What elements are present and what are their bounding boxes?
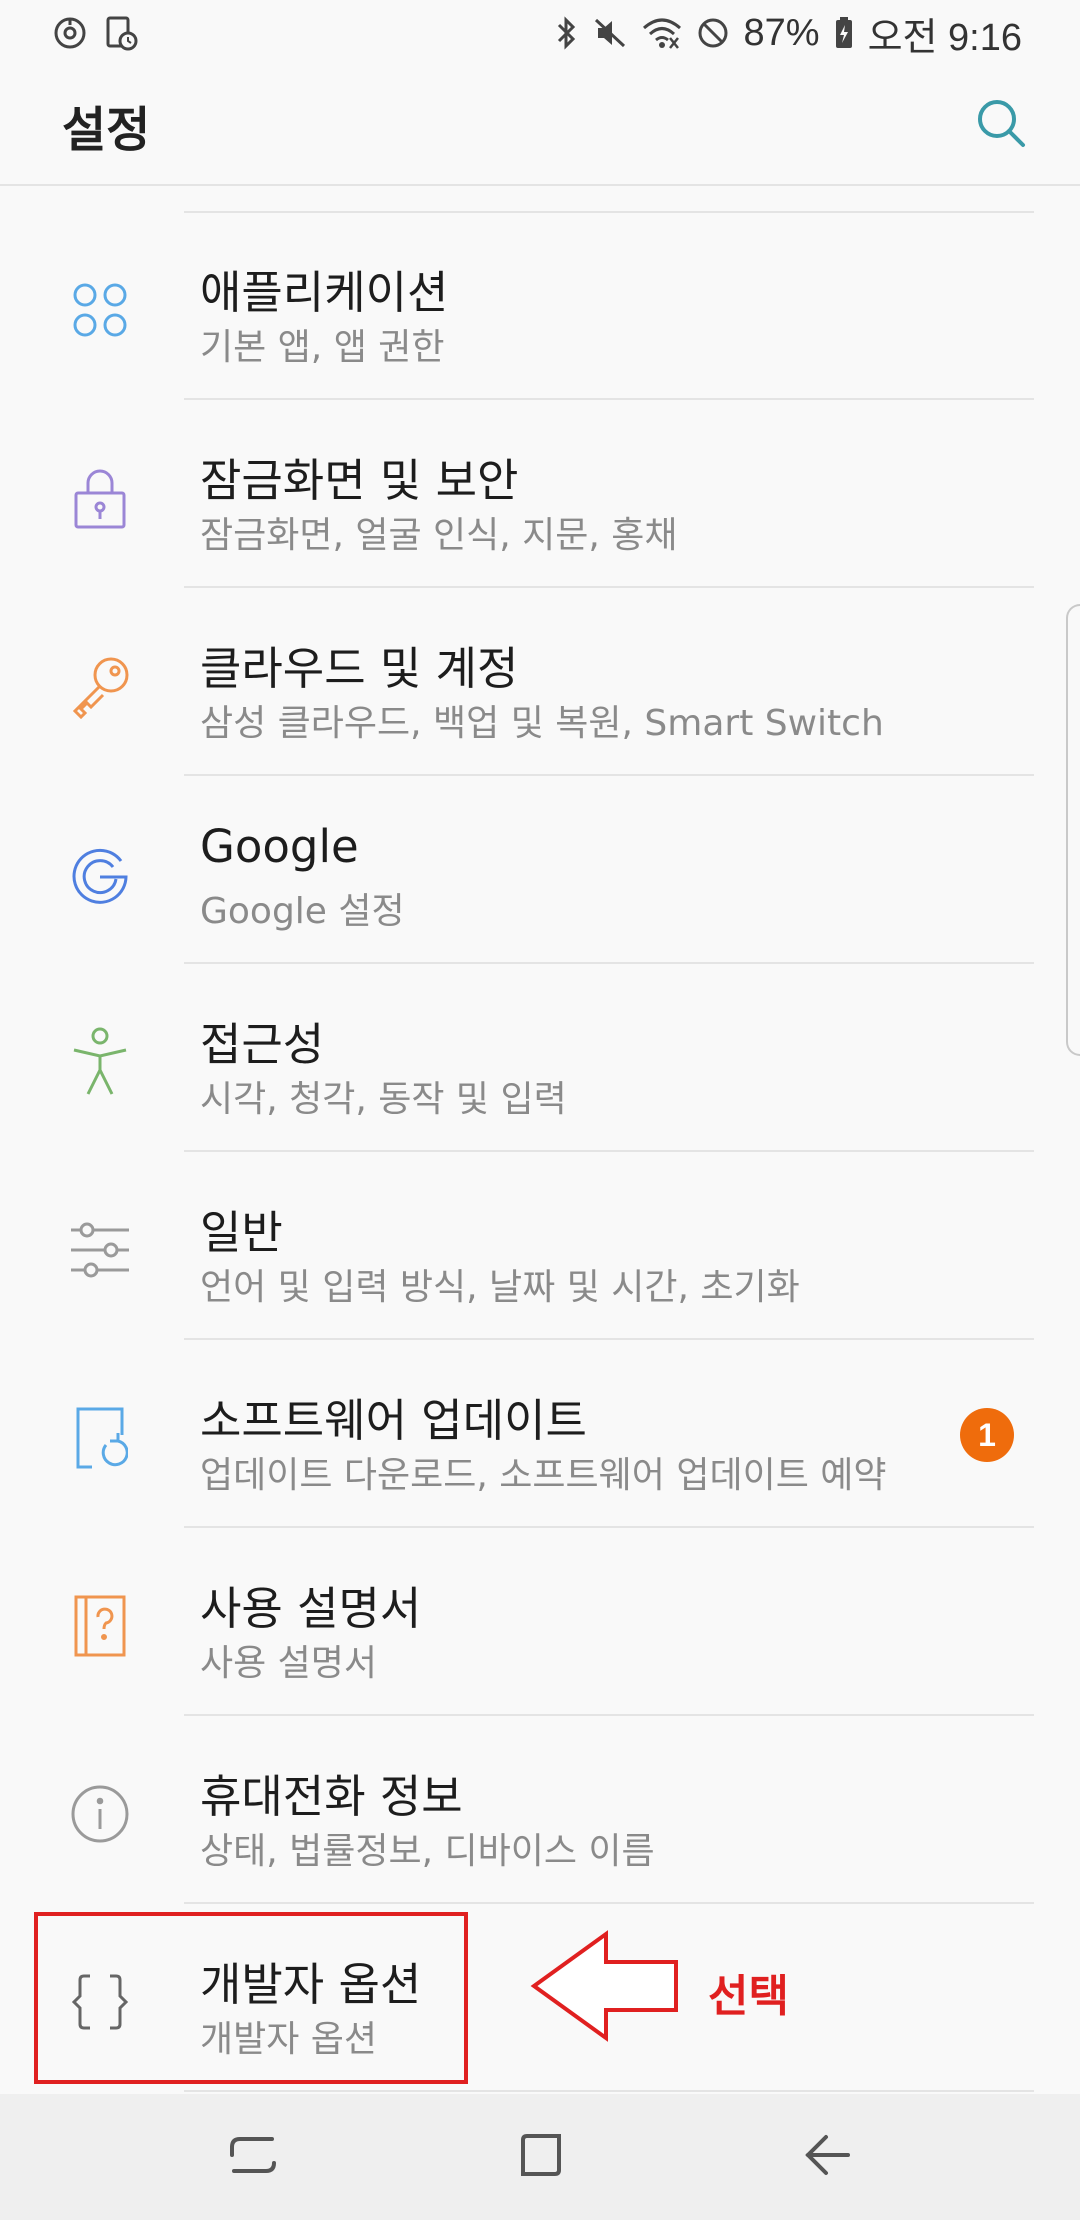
item-subtitle: Google 설정: [200, 891, 405, 932]
settings-list: 애플리케이션 기본 앱, 앱 권한 잠금화면 및 보안 잠금화면, 얼굴 인식,…: [0, 212, 1080, 2092]
item-title: 사용 설명서: [200, 1582, 422, 1635]
settings-item-lock-security[interactable]: 잠금화면 및 보안 잠금화면, 얼굴 인식, 지문, 홍채: [0, 400, 1080, 588]
back-button[interactable]: [782, 2112, 872, 2202]
item-subtitle: 삼성 클라우드, 백업 및 복원, Smart Switch: [200, 703, 884, 744]
mute-icon: [592, 16, 628, 50]
annotation-label: 선택: [708, 1971, 789, 2022]
accessibility-icon: [64, 1026, 136, 1098]
settings-item-user-manual[interactable]: 사용 설명서 사용 설명서: [0, 1528, 1080, 1716]
item-title: 잠금화면 및 보안: [200, 454, 519, 507]
user-manual-icon: [64, 1590, 136, 1662]
battery-icon: [834, 16, 854, 50]
search-button[interactable]: [966, 90, 1036, 160]
bluetooth-icon: [556, 16, 578, 50]
recents-button[interactable]: [208, 2112, 298, 2202]
settings-item-phone-info[interactable]: 휴대전화 정보 상태, 법률정보, 디바이스 이름: [0, 1716, 1080, 1904]
item-title: 클라우드 및 계정: [200, 642, 519, 695]
sliders-icon: [64, 1214, 136, 1286]
apps-icon: [64, 274, 136, 346]
info-icon: [64, 1778, 136, 1850]
item-subtitle: 언어 및 입력 방식, 날짜 및 시간, 초기화: [200, 1267, 800, 1308]
item-title: 휴대전화 정보: [200, 1770, 463, 1823]
item-subtitle: 잠금화면, 얼굴 인식, 지문, 홍채: [200, 515, 678, 556]
navigation-bar: [0, 2094, 1080, 2220]
software-update-icon: [64, 1402, 136, 1474]
search-icon: [975, 97, 1027, 153]
lock-icon: [64, 462, 136, 534]
google-icon: [64, 838, 136, 910]
wifi-icon: [642, 16, 682, 50]
settings-item-software-update[interactable]: 소프트웨어 업데이트 업데이트 다운로드, 소프트웨어 업데이트 예약 1: [0, 1340, 1080, 1528]
settings-item-general[interactable]: 일반 언어 및 입력 방식, 날짜 및 시간, 초기화: [0, 1152, 1080, 1340]
battery-percent: 87%: [743, 11, 820, 54]
clock: 오전 9:16: [867, 16, 1022, 59]
notification-badge: 1: [960, 1408, 1014, 1462]
highlight-box: [34, 1912, 468, 2084]
item-subtitle: 기본 앱, 앱 권한: [200, 327, 445, 368]
settings-item-apps[interactable]: 애플리케이션 기본 앱, 앱 권한: [0, 212, 1080, 400]
app-bar: 설정: [0, 66, 1080, 186]
page-title: 설정: [62, 102, 151, 158]
pointer-arrow-icon: [530, 1930, 680, 2046]
item-subtitle: 업데이트 다운로드, 소프트웨어 업데이트 예약: [200, 1455, 887, 1496]
recents-icon: [228, 2133, 278, 2181]
settings-item-accessibility[interactable]: 접근성 시각, 청각, 동작 및 입력: [0, 964, 1080, 1152]
item-subtitle: 상태, 법률정보, 디바이스 이름: [200, 1831, 655, 1872]
item-title: 소프트웨어 업데이트: [200, 1394, 587, 1447]
item-title: 애플리케이션: [200, 266, 449, 319]
key-icon: [64, 650, 136, 722]
home-icon: [515, 2130, 565, 2184]
settings-item-cloud-accounts[interactable]: 클라우드 및 계정 삼성 클라우드, 백업 및 복원, Smart Switch: [0, 588, 1080, 776]
screen-record-icon: [104, 15, 138, 51]
dnd-icon: [696, 16, 730, 50]
item-title: 접근성: [200, 1018, 325, 1071]
item-subtitle: 사용 설명서: [200, 1643, 378, 1684]
home-button[interactable]: [495, 2112, 585, 2202]
back-icon: [802, 2133, 852, 2181]
settings-item-google[interactable]: Google Google 설정: [0, 776, 1080, 964]
status-bar: 87% 오전 9:16: [0, 0, 1080, 66]
item-subtitle: 시각, 청각, 동작 및 입력: [200, 1079, 567, 1120]
item-title: 일반: [200, 1206, 283, 1259]
sync-icon: [52, 15, 88, 51]
item-title: Google: [200, 820, 359, 873]
